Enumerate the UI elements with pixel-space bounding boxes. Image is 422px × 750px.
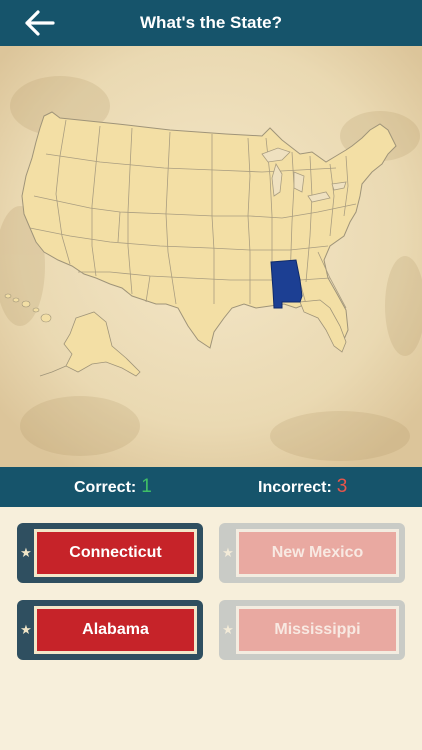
arrow-left-icon <box>25 10 55 36</box>
star-icon: ★ <box>222 545 234 560</box>
alabama-highlight <box>270 259 303 309</box>
answer-button-1[interactable]: ★ Connecticut <box>17 523 203 583</box>
star-icon: ★ <box>20 622 32 637</box>
incorrect-count: 3 <box>336 476 348 497</box>
answer-label: Connecticut <box>34 529 197 577</box>
correct-score: Correct: 1 <box>74 476 152 498</box>
incorrect-label: Incorrect: <box>258 479 332 496</box>
us-map <box>0 46 422 467</box>
answer-button-4[interactable]: ★ Mississippi <box>219 600 405 660</box>
score-bar: Correct: 1 Incorrect: 3 <box>0 467 422 507</box>
answer-label: Mississippi <box>236 606 399 654</box>
back-button[interactable] <box>22 7 58 39</box>
answer-label: New Mexico <box>236 529 399 577</box>
answer-grid: ★ Connecticut ★ New Mexico ★ Alabama ★ M… <box>0 507 422 750</box>
incorrect-score: Incorrect: 3 <box>258 476 347 498</box>
correct-label: Correct: <box>74 479 137 496</box>
answer-button-3[interactable]: ★ Alabama <box>17 600 203 660</box>
correct-count: 1 <box>141 476 152 497</box>
map-svg <box>0 46 422 467</box>
answer-button-2[interactable]: ★ New Mexico <box>219 523 405 583</box>
answer-label: Alabama <box>34 606 197 654</box>
page-title: What's the State? <box>140 13 282 32</box>
star-icon: ★ <box>20 545 32 560</box>
star-icon: ★ <box>222 622 234 637</box>
header-bar: What's the State? <box>0 0 422 46</box>
